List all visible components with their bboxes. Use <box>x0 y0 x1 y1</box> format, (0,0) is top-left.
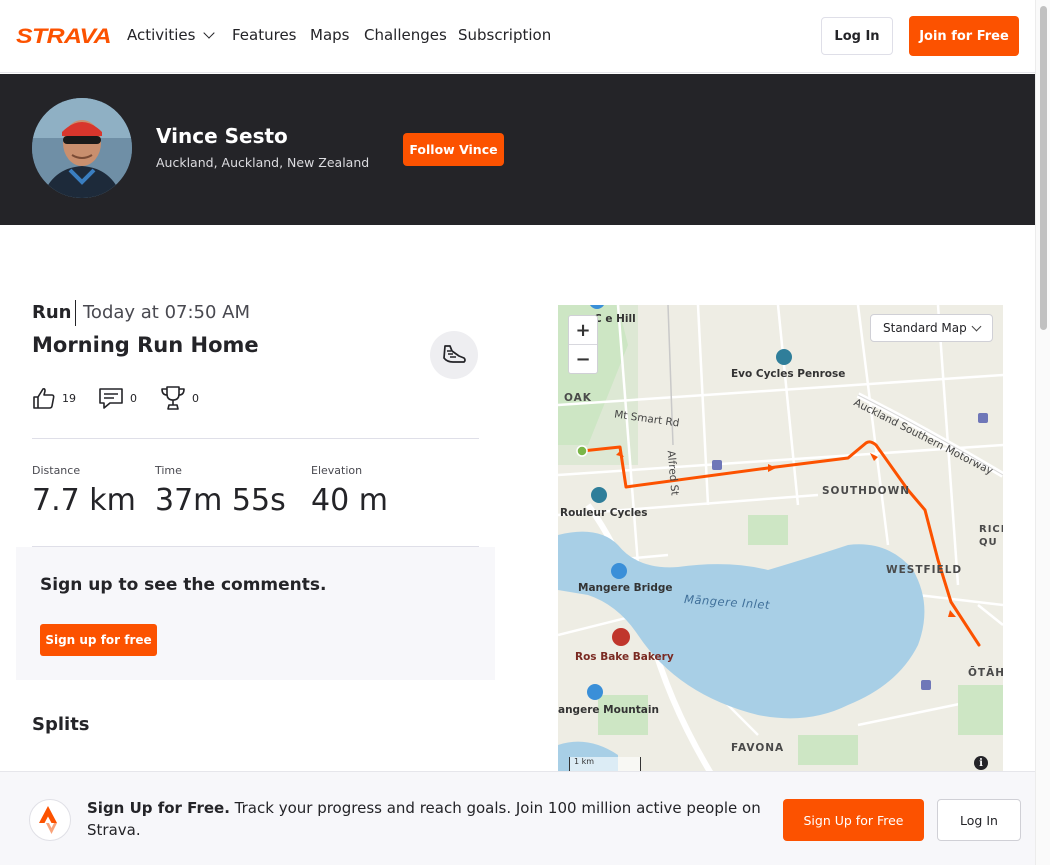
follow-button[interactable]: Follow Vince <box>403 133 504 166</box>
stat-value-distance: 7.7 km <box>32 483 136 518</box>
banner-message: Sign Up for Free. Track your progress an… <box>87 797 767 841</box>
map-label: C e Hill <box>594 313 636 325</box>
signup-button[interactable]: Sign up for free <box>40 624 157 656</box>
strava-chevron-icon <box>39 806 57 834</box>
stat-label-time: Time <box>155 464 182 477</box>
strava-badge-icon <box>29 799 71 841</box>
gear-shoe-button[interactable] <box>430 331 478 379</box>
nav-activities[interactable]: Activities <box>127 26 216 44</box>
achievement-count: 0 <box>192 391 199 405</box>
page-scrollbar[interactable] <box>1035 0 1050 865</box>
svg-text:STRAVA: STRAVA <box>16 26 111 46</box>
athlete-header: Vince Sesto Auckland, Auckland, New Zeal… <box>0 74 1035 225</box>
activity-title: Morning Run Home <box>32 333 259 357</box>
join-button[interactable]: Join for Free <box>909 16 1019 56</box>
chevron-down-icon <box>203 27 216 39</box>
divider <box>75 300 76 326</box>
nav-maps[interactable]: Maps <box>310 26 349 44</box>
avatar[interactable] <box>32 98 132 198</box>
map-label: Evo Cycles Penrose <box>731 368 846 380</box>
nav-challenges[interactable]: Challenges <box>364 26 447 44</box>
stat-label-elevation: Elevation <box>311 464 363 477</box>
avatar-photo <box>32 98 132 198</box>
strava-logo[interactable]: STRAVA <box>16 26 111 46</box>
page: STRAVA Activities Features Maps Challeng… <box>0 0 1050 865</box>
map-label: SOUTHDOWN <box>822 485 910 497</box>
athlete-location: Auckland, Auckland, New Zealand <box>156 155 370 170</box>
zoom-in-button[interactable]: + <box>569 316 597 345</box>
map-label: FAVONA <box>731 742 785 754</box>
athlete-name[interactable]: Vince Sesto <box>156 124 288 148</box>
login-button[interactable]: Log In <box>821 17 893 55</box>
activity-time: Today at 07:50 AM <box>83 302 251 323</box>
chevron-down-icon <box>971 321 982 332</box>
shoe-icon <box>443 345 466 363</box>
map-label: Mangere Bridge <box>578 582 673 594</box>
map-style-value: Standard Map <box>883 321 967 335</box>
divider <box>32 438 479 439</box>
splits-heading: Splits <box>32 714 90 735</box>
map-label: WESTFIELD <box>886 564 963 576</box>
kudos-button[interactable]: 19 <box>32 384 76 412</box>
banner-signup-button[interactable]: Sign Up for Free <box>783 799 924 841</box>
thumbs-up-icon <box>33 387 55 409</box>
stat-value-time: 37m 55s <box>155 483 286 518</box>
map-label: OAK <box>564 392 592 404</box>
trophy-icon <box>161 386 185 410</box>
banner-headline: Sign Up for Free. <box>87 799 230 817</box>
scrollbar-thumb[interactable] <box>1040 6 1047 330</box>
map-label: RICH QU <box>979 524 1003 548</box>
comment-count: 0 <box>130 391 137 405</box>
zoom-control: + − <box>568 315 598 374</box>
activity-type: Run <box>32 302 72 323</box>
map-label: Rouleur Cycles <box>560 507 648 519</box>
banner-login-button[interactable]: Log In <box>937 799 1021 841</box>
map-label: Ros Bake Bakery <box>575 651 674 663</box>
stat-label-distance: Distance <box>32 464 81 477</box>
stat-value-elevation: 40 m <box>311 483 388 518</box>
zoom-out-button[interactable]: − <box>569 345 597 374</box>
nav-activities-label: Activities <box>127 26 196 44</box>
achievements-button[interactable]: 0 <box>160 384 199 412</box>
nav-features[interactable]: Features <box>232 26 297 44</box>
signup-banner: Sign Up for Free. Track your progress an… <box>0 771 1035 865</box>
map-label: angere Mountain <box>558 704 659 716</box>
comments-button[interactable]: 0 <box>98 384 137 412</box>
route-map[interactable]: C e Hill Evo Cycles Penrose OAK Mt Smart… <box>558 305 1003 785</box>
map-style-select[interactable]: Standard Map <box>870 314 993 342</box>
comments-signup-title: Sign up to see the comments. <box>40 575 327 595</box>
kudos-count: 19 <box>62 391 76 405</box>
map-label: ŌTĀH <box>968 667 1003 679</box>
comments-signup-box: Sign up to see the comments. Sign up for… <box>16 547 495 680</box>
comment-icon <box>99 388 123 409</box>
info-icon[interactable]: i <box>974 756 988 770</box>
top-nav: STRAVA Activities Features Maps Challeng… <box>0 0 1035 73</box>
nav-subscription[interactable]: Subscription <box>458 26 551 44</box>
